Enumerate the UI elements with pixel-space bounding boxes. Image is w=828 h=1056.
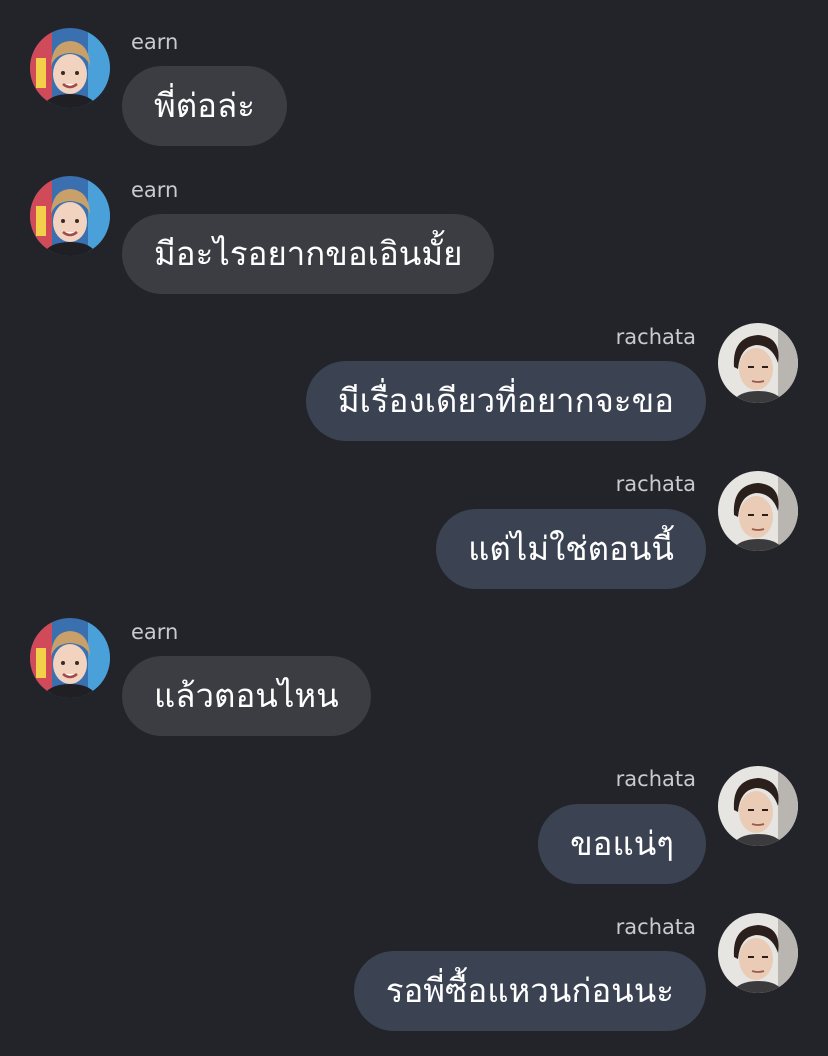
user-photo-earn-icon — [30, 28, 110, 108]
chat-thread: earn พี่ต่อล่ะ earn มีอะไรอยากขอเอินมั้ย — [0, 0, 828, 1056]
avatar[interactable] — [30, 176, 110, 256]
message-bubble[interactable]: พี่ต่อล่ะ — [122, 66, 287, 146]
sender-name: rachata — [615, 472, 696, 496]
message-bubble[interactable]: รอพี่ซื้อแหวนก่อนนะ — [353, 951, 706, 1031]
message-bubble[interactable]: มีอะไรอยากขอเอินมั้ย — [122, 214, 495, 294]
sender-name: rachata — [615, 767, 696, 791]
user-photo-rachata-icon — [718, 766, 798, 846]
user-photo-rachata-icon — [718, 913, 798, 993]
avatar[interactable] — [718, 323, 798, 403]
user-photo-rachata-icon — [718, 323, 798, 403]
user-photo-rachata-icon — [718, 471, 798, 551]
message-bubble[interactable]: แต่ไม่ใช่ตอนนี้ — [436, 509, 706, 589]
sender-name: earn — [131, 178, 179, 202]
message-bubble[interactable]: มีเรื่องเดียวที่อยากจะขอ — [305, 361, 706, 441]
sender-name: rachata — [615, 915, 696, 939]
sender-name: rachata — [615, 325, 696, 349]
user-photo-earn-icon — [30, 618, 110, 698]
user-photo-earn-icon — [30, 176, 110, 256]
avatar[interactable] — [718, 766, 798, 846]
avatar[interactable] — [30, 618, 110, 698]
avatar[interactable] — [30, 28, 110, 108]
sender-name: earn — [131, 620, 179, 644]
message-bubble[interactable]: ขอแน่ๆ — [538, 804, 706, 884]
sender-name: earn — [131, 30, 179, 54]
avatar[interactable] — [718, 471, 798, 551]
message-bubble[interactable]: แล้วตอนไหน — [122, 656, 371, 736]
avatar[interactable] — [718, 913, 798, 993]
